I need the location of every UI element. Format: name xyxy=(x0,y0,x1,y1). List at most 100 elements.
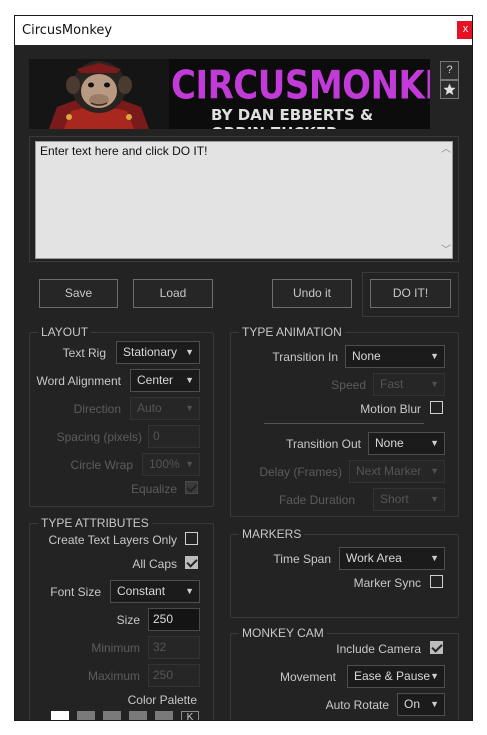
delay-value: Next Marker xyxy=(356,464,422,478)
direction-dropdown[interactable]: Auto ▼ xyxy=(130,397,200,420)
palette-key-button[interactable]: K xyxy=(181,711,199,720)
chevron-down-icon: ▼ xyxy=(430,699,439,709)
fade-duration-label: Fade Duration xyxy=(278,493,355,507)
favorite-button[interactable] xyxy=(440,80,459,99)
transition-out-label: Transition Out xyxy=(286,437,361,451)
chevron-down-icon: ▼ xyxy=(185,586,194,596)
star-icon xyxy=(443,83,456,95)
chevron-down-icon: ▼ xyxy=(430,494,439,504)
create-text-layers-only-checkbox[interactable] xyxy=(185,532,198,545)
maximum-field[interactable]: 250 xyxy=(148,664,200,687)
movement-label: Movement xyxy=(279,670,336,684)
scroll-up-arrow-icon[interactable]: ︿ xyxy=(441,145,451,155)
size-label: Size xyxy=(116,613,140,627)
text-rig-value: Stationary xyxy=(123,345,178,359)
circle-wrap-value: 100% xyxy=(149,457,180,471)
layout-group-title: LAYOUT xyxy=(38,325,92,339)
do-it-button[interactable]: DO IT! xyxy=(370,279,451,308)
include-camera-checkbox[interactable] xyxy=(430,641,443,654)
close-button[interactable]: x xyxy=(457,21,472,39)
delay-dropdown[interactable]: Next Marker ▼ xyxy=(349,460,445,483)
circle-wrap-dropdown[interactable]: 100% ▼ xyxy=(142,453,200,476)
fade-duration-value: Short xyxy=(380,492,409,506)
word-alignment-value: Center xyxy=(137,373,174,387)
monkey-cam-group-title: MONKEY CAM xyxy=(239,626,327,640)
font-size-value: Constant xyxy=(117,584,166,598)
transition-out-value: None xyxy=(375,436,404,450)
equalize-checkbox[interactable] xyxy=(185,481,198,494)
transition-out-dropdown[interactable]: None ▼ xyxy=(368,432,445,455)
speed-label: Speed xyxy=(331,378,366,392)
circusmonkey-window: CircusMonkey x CIRCUSMONKEY BY DAN EBBER… xyxy=(14,15,473,721)
chevron-down-icon: ▼ xyxy=(430,438,439,448)
movement-value: Ease & Pause xyxy=(354,669,431,683)
scroll-down-arrow-icon[interactable]: ﹀ xyxy=(441,246,451,256)
direction-value: Auto xyxy=(137,401,162,415)
auto-rotate-dropdown[interactable]: On ▼ xyxy=(397,693,445,716)
movement-dropdown[interactable]: Ease & Pause ▼ xyxy=(347,665,445,688)
fade-duration-dropdown[interactable]: Short ▼ xyxy=(373,488,445,511)
word-alignment-label: Word Alignment xyxy=(36,374,122,388)
transition-in-dropdown[interactable]: None ▼ xyxy=(345,345,445,368)
font-size-label: Font Size xyxy=(50,585,101,599)
minimum-field[interactable]: 32 xyxy=(148,636,200,659)
spacing-field[interactable]: 0 xyxy=(148,425,200,448)
auto-rotate-value: On xyxy=(404,697,421,711)
text-input[interactable]: Enter text here and click DO IT! ︿ ﹀ xyxy=(35,141,453,259)
color-palette-label: Color Palette xyxy=(127,693,197,707)
marker-sync-checkbox[interactable] xyxy=(430,575,443,588)
window-title: CircusMonkey xyxy=(22,23,113,38)
time-span-label: Time Span xyxy=(273,552,331,566)
color-swatch-5[interactable] xyxy=(155,711,173,720)
auto-rotate-label: Auto Rotate xyxy=(325,698,389,712)
chevron-down-icon: ▼ xyxy=(185,459,194,469)
include-camera-label: Include Camera xyxy=(336,642,421,656)
marker-sync-label: Marker Sync xyxy=(353,576,421,590)
direction-label: Direction xyxy=(73,402,121,416)
text-rig-dropdown[interactable]: Stationary ▼ xyxy=(116,341,200,364)
monkey-portrait-image xyxy=(29,59,169,129)
spacing-label: Spacing (pixels) xyxy=(56,430,142,444)
delay-label: Delay (Frames) xyxy=(259,465,342,479)
color-swatch-3[interactable] xyxy=(103,711,121,720)
title-bar: CircusMonkey x xyxy=(15,16,472,45)
chevron-down-icon: ▼ xyxy=(430,671,439,681)
chevron-down-icon: ▼ xyxy=(185,375,194,385)
color-swatch-2[interactable] xyxy=(77,711,95,720)
size-field[interactable]: 250 xyxy=(148,608,200,631)
chevron-down-icon: ▼ xyxy=(185,403,194,413)
motion-blur-checkbox[interactable] xyxy=(430,401,443,414)
time-span-dropdown[interactable]: Work Area ▼ xyxy=(339,547,445,570)
color-swatch-1[interactable] xyxy=(51,711,69,720)
load-button[interactable]: Load xyxy=(133,279,213,308)
chevron-down-icon: ▼ xyxy=(430,351,439,361)
maximum-label: Maximum xyxy=(87,669,140,683)
color-swatch-4[interactable] xyxy=(129,711,147,720)
save-button[interactable]: Save xyxy=(39,279,118,308)
minimum-label: Minimum xyxy=(91,641,140,655)
chevron-down-icon: ▼ xyxy=(185,347,194,357)
chevron-down-icon: ▼ xyxy=(430,466,439,476)
all-caps-label: All Caps xyxy=(132,557,177,571)
time-span-value: Work Area xyxy=(346,551,402,565)
markers-group-title: MARKERS xyxy=(239,527,305,541)
text-rig-label: Text Rig xyxy=(62,346,106,360)
all-caps-checkbox[interactable] xyxy=(185,556,198,569)
divider xyxy=(264,423,424,424)
banner-logo: CIRCUSMONKEY BY DAN EBBERTS & ORRIN ZUCK… xyxy=(29,59,430,129)
chevron-down-icon: ▼ xyxy=(430,553,439,563)
create-text-layers-only-label: Create Text Layers Only xyxy=(48,533,177,547)
transition-in-value: None xyxy=(352,349,381,363)
type-attributes-group-title: TYPE ATTRIBUTES xyxy=(38,516,152,530)
speed-dropdown[interactable]: Fast ▼ xyxy=(373,373,445,396)
undo-button[interactable]: Undo it xyxy=(272,279,352,308)
motion-blur-label: Motion Blur xyxy=(360,402,421,416)
banner-title: CIRCUSMONKEY xyxy=(171,63,430,109)
word-alignment-dropdown[interactable]: Center ▼ xyxy=(130,369,200,392)
chevron-down-icon: ▼ xyxy=(430,379,439,389)
help-button[interactable]: ? xyxy=(440,61,459,80)
font-size-dropdown[interactable]: Constant ▼ xyxy=(110,580,200,603)
equalize-label: Equalize xyxy=(130,482,177,496)
text-input-value: Enter text here and click DO IT! xyxy=(40,144,208,158)
speed-value: Fast xyxy=(380,377,404,391)
